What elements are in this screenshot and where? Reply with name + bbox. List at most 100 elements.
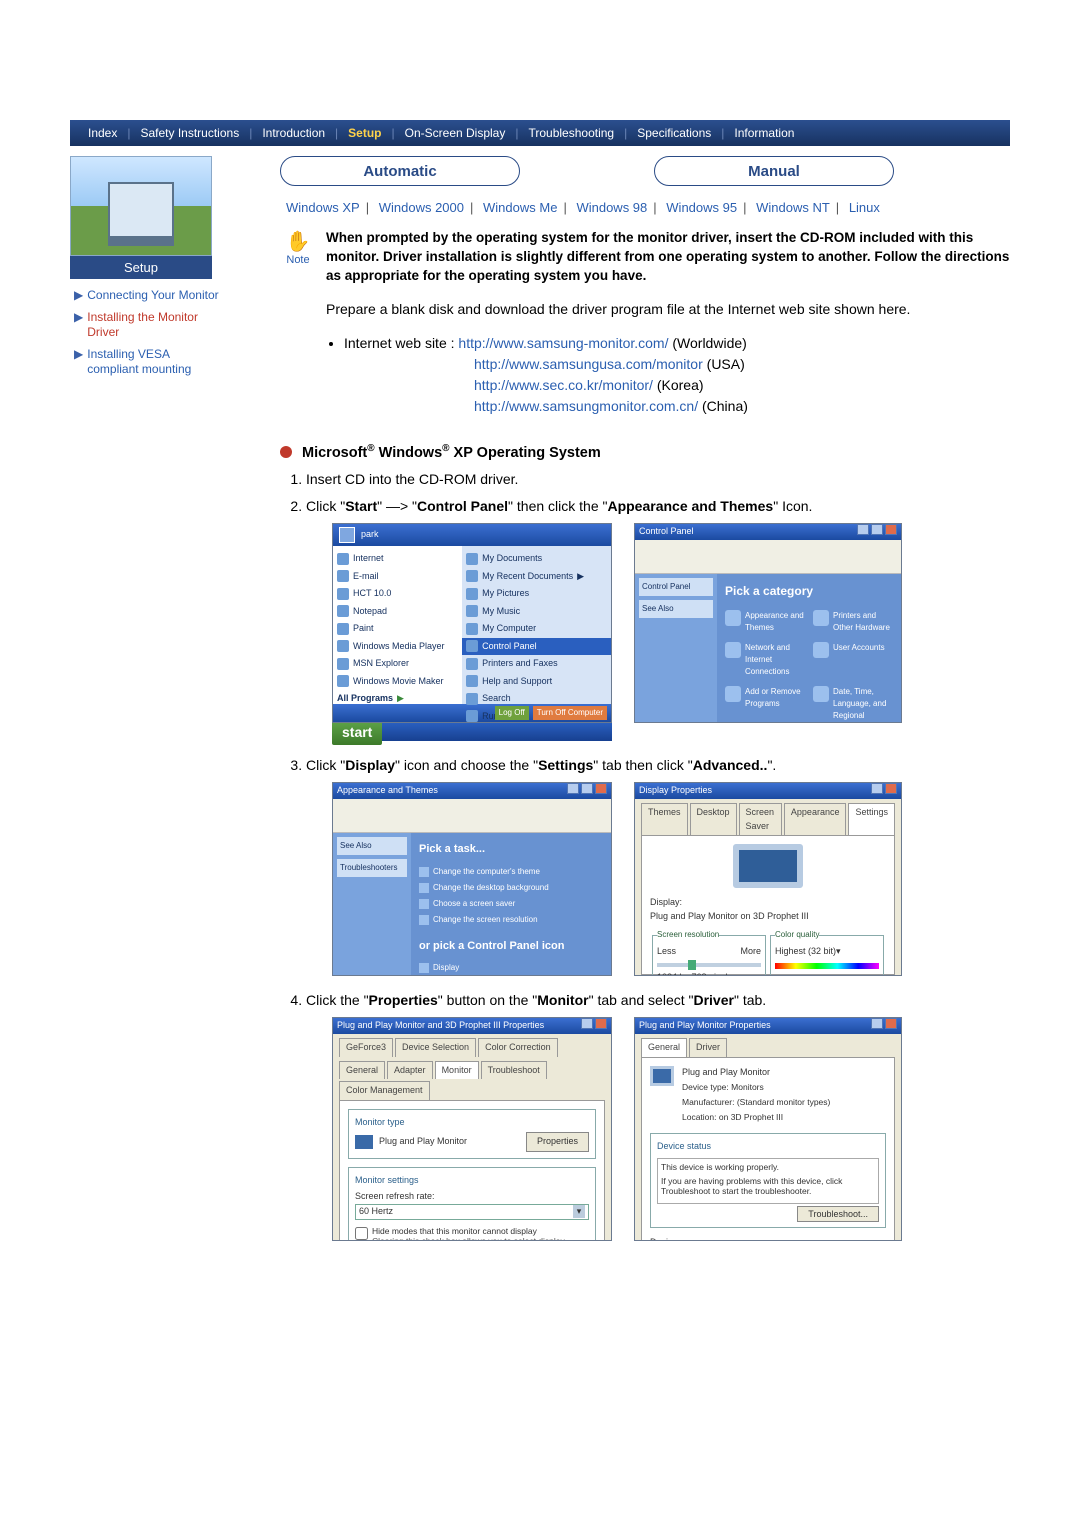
category-appearance[interactable]: Appearance and Themes — [725, 610, 805, 634]
help-icon[interactable] — [871, 783, 883, 794]
website-link[interactable]: http://www.sec.co.kr/monitor/ — [474, 377, 653, 393]
os-link-nt[interactable]: Windows NT — [750, 200, 836, 215]
step-2: Click "Start" —> "Control Panel" then cl… — [306, 496, 1010, 741]
bullet-icon — [280, 446, 292, 458]
os-link-95[interactable]: Windows 95 — [660, 200, 743, 215]
close-icon[interactable] — [885, 1018, 897, 1029]
arrow-icon: ▶ — [74, 288, 83, 304]
tab-appearance[interactable]: Appearance — [784, 803, 847, 835]
screenshot-display-properties: Display Properties Themes Desktop Screen… — [634, 782, 902, 976]
folder-icon — [466, 553, 478, 565]
screenshot-appearance-themes: Appearance and Themes See Also Troublesh… — [332, 782, 612, 976]
close-icon[interactable] — [595, 783, 607, 794]
sidebar-item-installing-driver[interactable]: ▶ Installing the Monitor Driver — [74, 307, 220, 344]
tab-settings[interactable]: Settings — [848, 803, 895, 835]
nav-introduction[interactable]: Introduction — [252, 126, 335, 140]
website-region: (Korea) — [657, 377, 704, 393]
sidebar-item-connecting[interactable]: ▶ Connecting Your Monitor — [74, 285, 220, 307]
os-link-xp[interactable]: Windows XP — [280, 200, 366, 215]
start-user: park — [361, 528, 379, 542]
refresh-rate-select[interactable]: 60 Hertz▾ — [355, 1204, 589, 1220]
help-icon[interactable] — [871, 1018, 883, 1029]
nav-troubleshooting[interactable]: Troubleshooting — [518, 126, 624, 140]
os-link-98[interactable]: Windows 98 — [570, 200, 653, 215]
folder-icon — [466, 588, 478, 600]
screenshot-start-menu: park Internet E-mail HCT 10.0 Notepad Pa… — [332, 523, 612, 741]
sidebar: Setup ▶ Connecting Your Monitor ▶ Instal… — [70, 156, 220, 1255]
tab-desktop[interactable]: Desktop — [690, 803, 737, 835]
screenshot-control-panel: Control Panel Control Panel See Also — [634, 523, 902, 723]
close-icon[interactable] — [885, 524, 897, 535]
screenshot-pnp-monitor-properties: Plug and Play Monitor Properties General… — [634, 1017, 902, 1241]
tab-driver[interactable]: Driver — [689, 1038, 727, 1057]
resolution-slider[interactable] — [657, 963, 761, 967]
website-link[interactable]: http://www.samsung-monitor.com/ — [458, 335, 668, 351]
close-icon[interactable] — [885, 783, 897, 794]
arrow-icon: ▶ — [74, 310, 83, 341]
category-icon — [725, 610, 741, 626]
app-icon — [337, 553, 349, 565]
tab-themes[interactable]: Themes — [641, 803, 688, 835]
sidebar-item-label: Installing the Monitor Driver — [87, 310, 220, 341]
app-icon — [337, 675, 349, 687]
properties-button[interactable]: Properties — [526, 1132, 589, 1152]
os-link-linux[interactable]: Linux — [843, 200, 886, 215]
monitor-icon — [355, 1135, 373, 1149]
control-panel-icon — [466, 640, 478, 652]
tab-screensaver[interactable]: Screen Saver — [739, 803, 782, 835]
monitor-preview-icon — [733, 844, 803, 888]
nav-safety[interactable]: Safety Instructions — [130, 126, 249, 140]
run-icon — [466, 710, 478, 722]
nav-info[interactable]: Information — [724, 126, 804, 140]
tab-monitor[interactable]: Monitor — [435, 1061, 479, 1080]
website-link[interactable]: http://www.samsungusa.com/monitor — [474, 356, 703, 372]
tab-automatic[interactable]: Automatic — [280, 156, 520, 186]
os-link-2000[interactable]: Windows 2000 — [373, 200, 470, 215]
website-region: (China) — [702, 398, 748, 414]
start-button[interactable]: start — [332, 720, 382, 745]
maximize-icon[interactable] — [871, 524, 883, 535]
minimize-icon[interactable] — [857, 524, 869, 535]
troubleshoot-button[interactable]: Troubleshoot... — [797, 1206, 879, 1222]
hide-modes-checkbox[interactable] — [355, 1227, 368, 1240]
window-title: Display Properties — [639, 784, 712, 798]
app-icon — [337, 605, 349, 617]
display-icon-link[interactable]: Display — [419, 960, 603, 976]
maximize-icon[interactable] — [581, 783, 593, 794]
folder-icon — [466, 570, 478, 582]
app-icon — [337, 570, 349, 582]
monitor-icon — [650, 1066, 674, 1086]
close-icon[interactable] — [595, 1018, 607, 1029]
step-3: Click "Display" icon and choose the "Set… — [306, 755, 1010, 976]
nav-specs[interactable]: Specifications — [627, 126, 721, 140]
sidebar-item-label: Installing VESA compliant mounting — [87, 347, 220, 378]
website-region: (USA) — [707, 356, 745, 372]
app-icon — [337, 623, 349, 635]
app-icon — [337, 658, 349, 670]
nav-osd[interactable]: On-Screen Display — [395, 126, 516, 140]
app-icon — [337, 588, 349, 600]
sidebar-item-vesa[interactable]: ▶ Installing VESA compliant mounting — [74, 344, 220, 381]
sidebar-item-label: Connecting Your Monitor — [87, 288, 218, 304]
start-item-control-panel[interactable]: Control Panel — [462, 638, 611, 656]
nav-index[interactable]: Index — [78, 126, 127, 140]
heading-xp: Microsoft® Windows® XP Operating System — [302, 443, 601, 461]
screenshot-monitor-properties: Plug and Play Monitor and 3D Prophet III… — [332, 1017, 612, 1241]
os-link-me[interactable]: Windows Me — [477, 200, 563, 215]
logoff-button[interactable]: Log Off — [495, 706, 529, 720]
topnav: Index| Safety Instructions| Introduction… — [70, 120, 1010, 146]
sidebar-title: Setup — [70, 256, 212, 279]
website-link[interactable]: http://www.samsungmonitor.com.cn/ — [474, 398, 698, 414]
nav-setup[interactable]: Setup — [338, 126, 391, 140]
tab-manual[interactable]: Manual — [654, 156, 894, 186]
pick-category-heading: Pick a category — [725, 582, 893, 600]
tab-general[interactable]: General — [641, 1038, 687, 1057]
os-link-row: Windows XP| Windows 2000| Windows Me| Wi… — [280, 200, 1010, 215]
minimize-icon[interactable] — [567, 783, 579, 794]
color-quality-select[interactable]: Highest (32 bit)▾ — [775, 945, 879, 959]
help-icon[interactable] — [581, 1018, 593, 1029]
turnoff-button[interactable]: Turn Off Computer — [533, 706, 607, 720]
window-title: Appearance and Themes — [337, 784, 438, 798]
folder-icon — [466, 605, 478, 617]
search-icon — [466, 693, 478, 705]
